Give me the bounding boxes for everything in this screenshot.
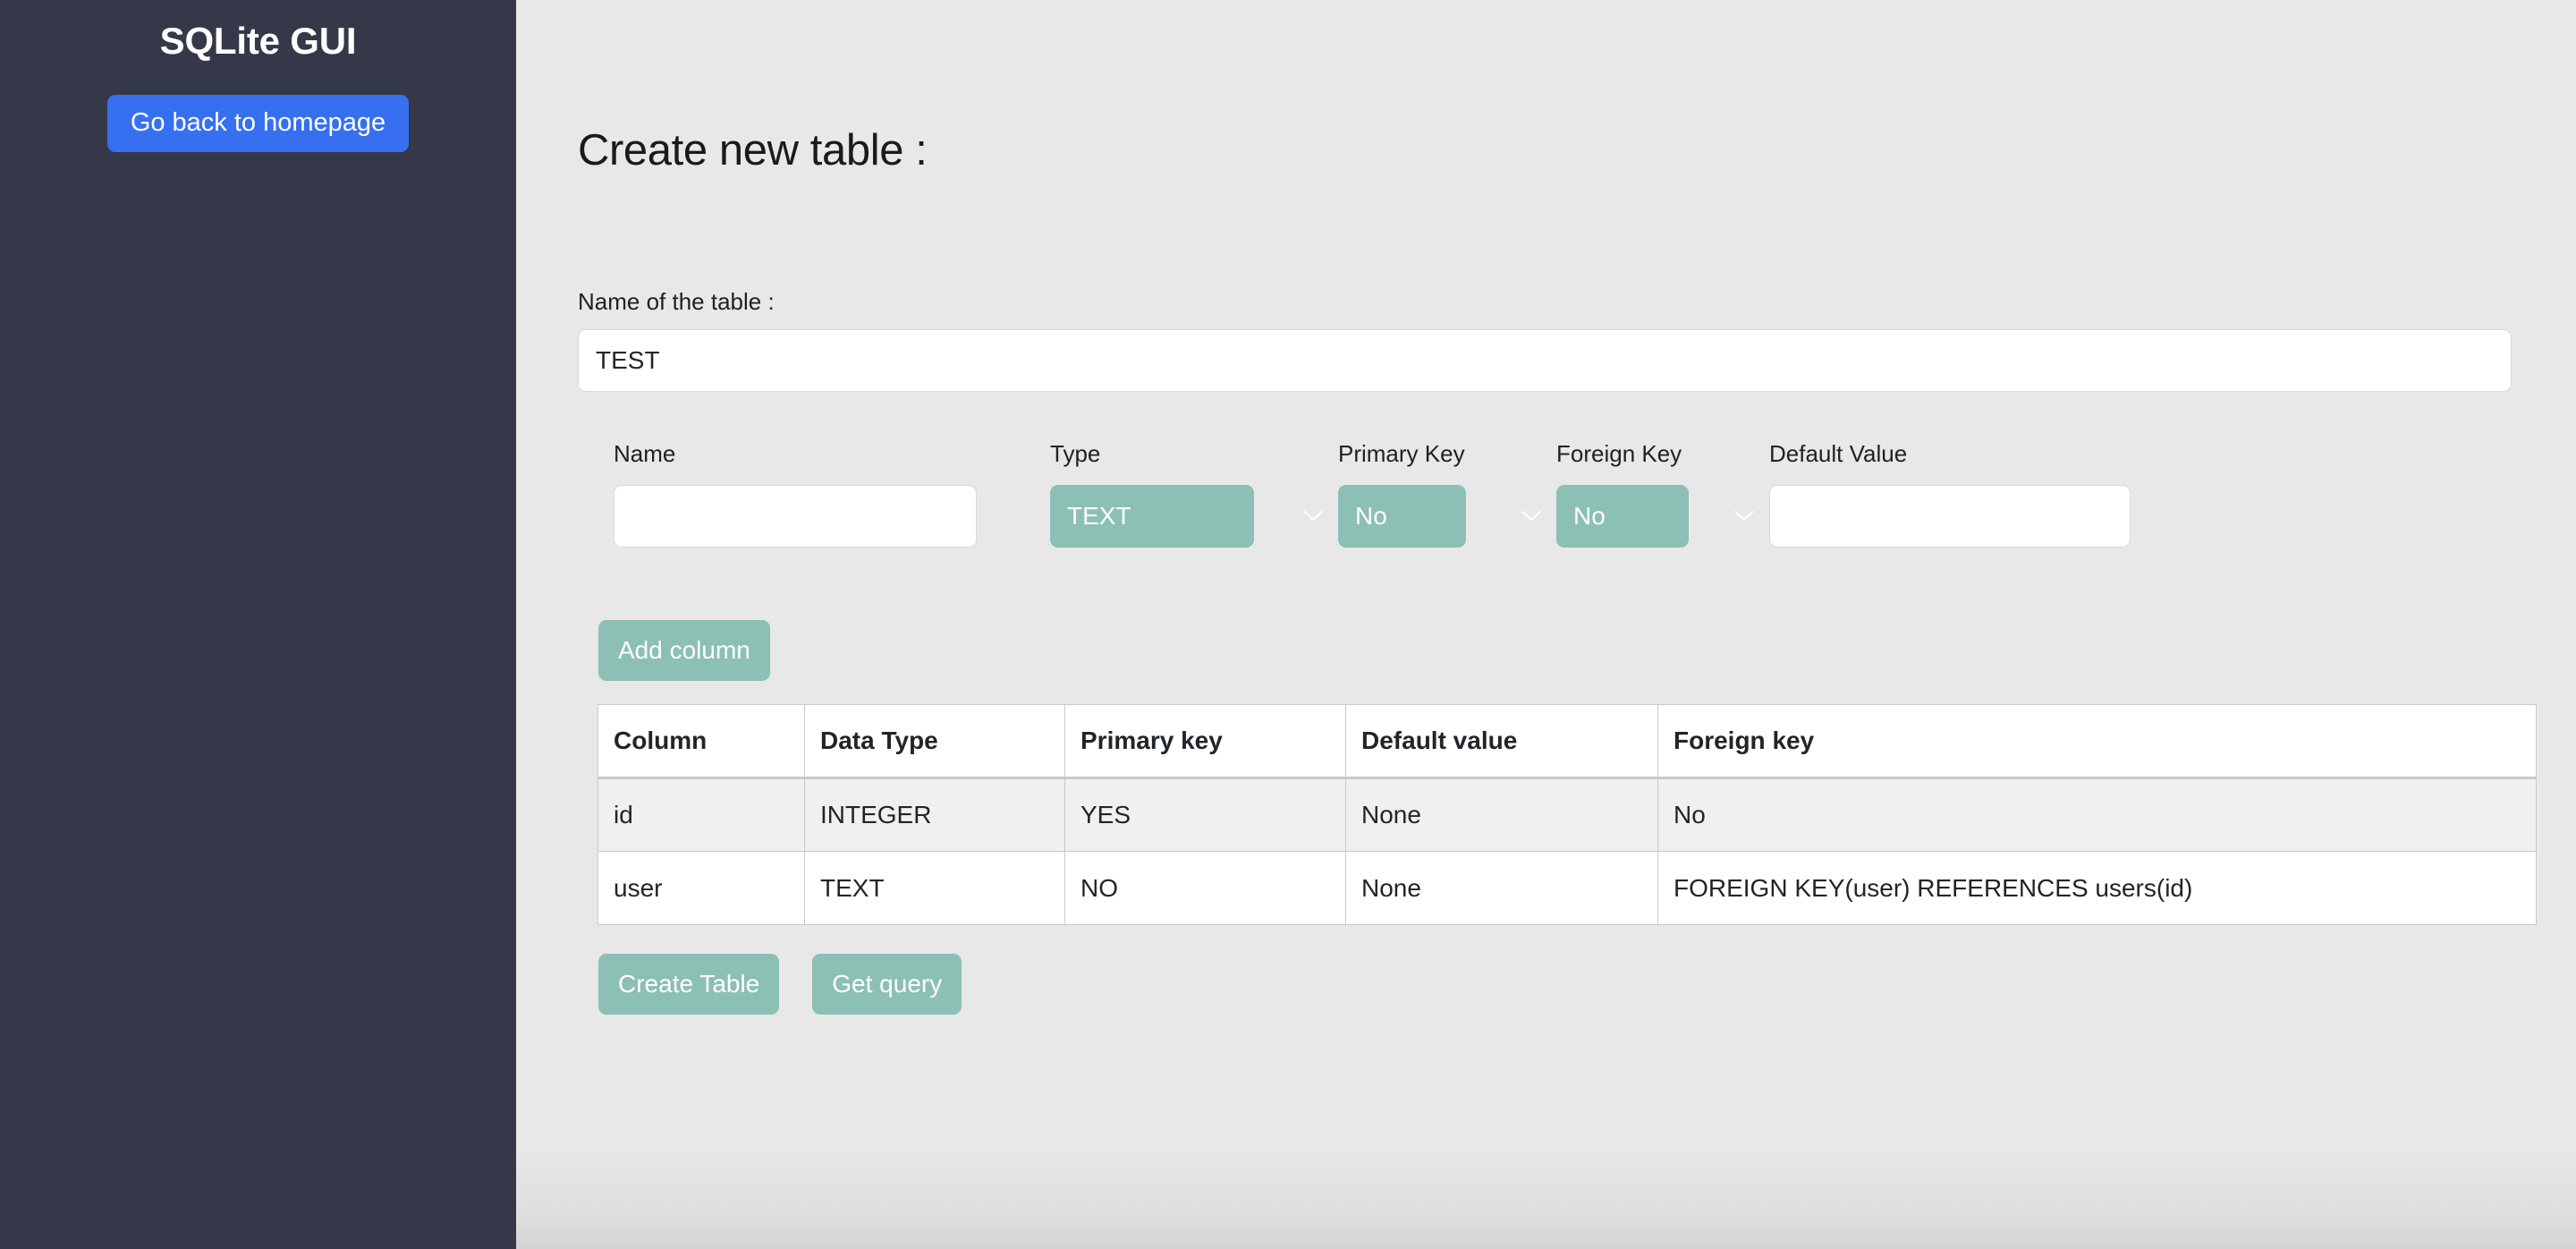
table-row: id INTEGER YES None No (598, 778, 2537, 852)
action-buttons: Create Table Get query (598, 954, 2512, 1015)
column-type-select[interactable]: TEXT (1050, 485, 1254, 548)
chevron-down-icon (1303, 511, 1323, 523)
primary-key-label: Primary Key (1338, 442, 1556, 465)
cell-default-value: None (1346, 852, 1658, 925)
table-row: user TEXT NO None FOREIGN KEY(user) REFE… (598, 852, 2537, 925)
cell-data-type: TEXT (805, 852, 1065, 925)
table-header-row: Column Data Type Primary key Default val… (598, 705, 2537, 778)
default-value-group: Default Value (1769, 442, 2136, 548)
add-column-button[interactable]: Add column (598, 620, 770, 681)
column-name-label: Name (614, 442, 1050, 465)
sidebar-button-container: Go back to homepage (0, 95, 516, 152)
column-name-group: Name (614, 442, 1050, 548)
column-type-group: Type TEXT (1050, 442, 1338, 548)
primary-key-select-wrap: No (1338, 485, 1556, 548)
header-data-type: Data Type (805, 705, 1065, 778)
foreign-key-label: Foreign Key (1556, 442, 1769, 465)
primary-key-group: Primary Key No (1338, 442, 1556, 548)
cell-column: user (598, 852, 805, 925)
cell-foreign-key: No (1658, 778, 2537, 852)
chevron-down-icon (1521, 511, 1541, 523)
table-name-input[interactable] (578, 329, 2512, 392)
app-title: SQLite GUI (0, 0, 516, 63)
default-value-input[interactable] (1769, 485, 2131, 548)
header-foreign-key: Foreign key (1658, 705, 2537, 778)
cell-primary-key: NO (1065, 852, 1346, 925)
foreign-key-select-wrap: No (1556, 485, 1769, 548)
cell-data-type: INTEGER (805, 778, 1065, 852)
cell-primary-key: YES (1065, 778, 1346, 852)
page-title: Create new table : (578, 0, 2512, 175)
columns-table-head: Column Data Type Primary key Default val… (598, 705, 2537, 778)
columns-table-body: id INTEGER YES None No user TEXT NO None… (598, 778, 2537, 925)
column-definition-form: Name Type TEXT Primary Key (614, 442, 2512, 548)
main-content: Create new table : Name of the table : N… (516, 0, 2576, 1249)
foreign-key-select[interactable]: No (1556, 485, 1689, 548)
header-default-value: Default value (1346, 705, 1658, 778)
add-column-container: Add column (598, 620, 2512, 681)
default-value-label: Default Value (1769, 442, 2136, 465)
go-back-to-homepage-button[interactable]: Go back to homepage (107, 95, 409, 152)
header-primary-key: Primary key (1065, 705, 1346, 778)
table-name-label: Name of the table : (578, 288, 2512, 316)
app-root: SQLite GUI Go back to homepage Create ne… (0, 0, 2576, 1249)
primary-key-select[interactable]: No (1338, 485, 1466, 548)
columns-table: Column Data Type Primary key Default val… (597, 704, 2537, 925)
get-query-button[interactable]: Get query (812, 954, 962, 1015)
column-type-select-wrap: TEXT (1050, 485, 1338, 548)
column-name-input[interactable] (614, 485, 977, 548)
create-table-button[interactable]: Create Table (598, 954, 779, 1015)
sidebar: SQLite GUI Go back to homepage (0, 0, 516, 1249)
chevron-down-icon (1734, 511, 1754, 523)
cell-default-value: None (1346, 778, 1658, 852)
cell-column: id (598, 778, 805, 852)
foreign-key-group: Foreign Key No (1556, 442, 1769, 548)
column-type-label: Type (1050, 442, 1338, 465)
header-column: Column (598, 705, 805, 778)
cell-foreign-key: FOREIGN KEY(user) REFERENCES users(id) (1658, 852, 2537, 925)
